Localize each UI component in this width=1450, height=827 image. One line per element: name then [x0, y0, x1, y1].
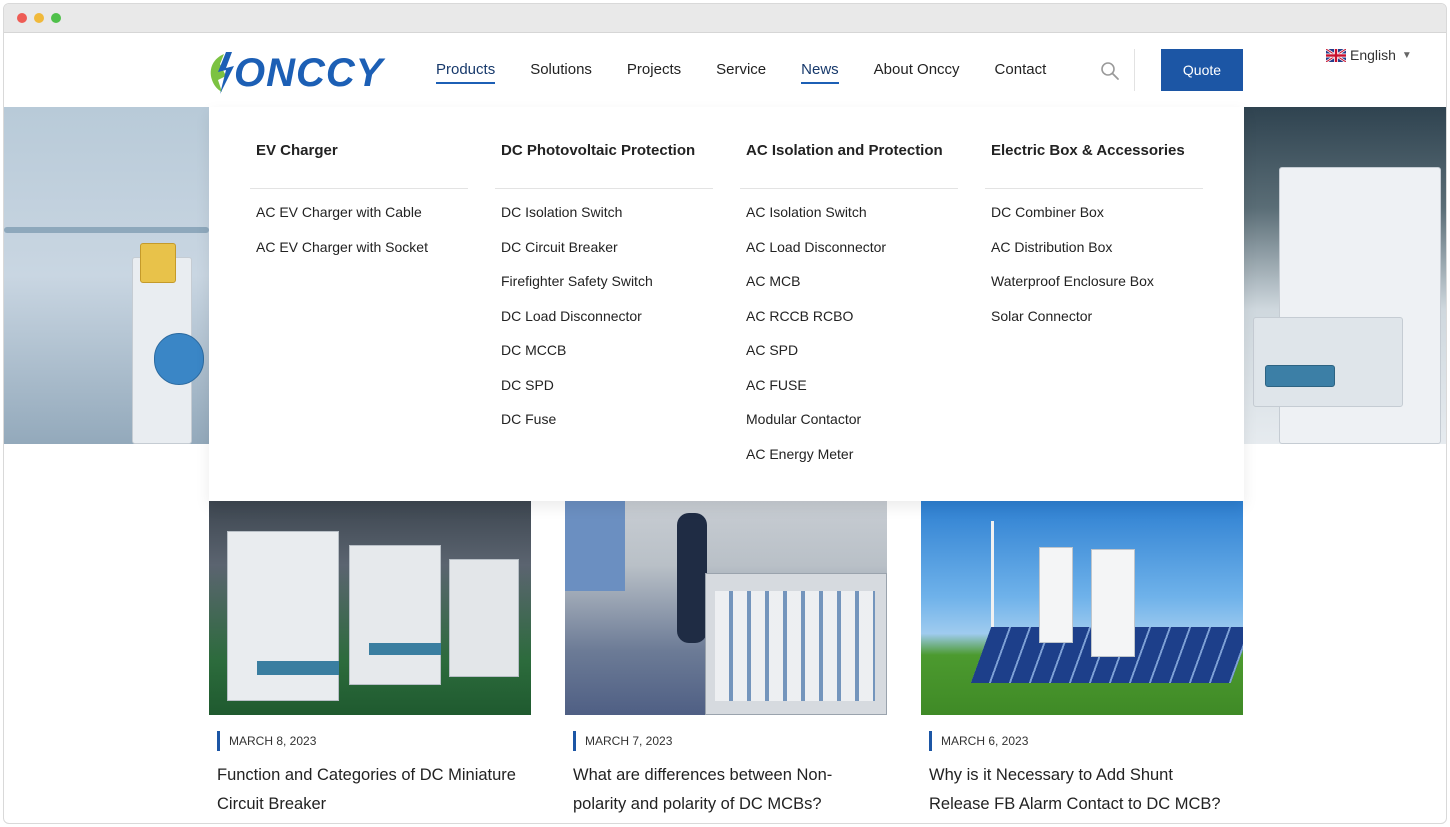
mega-menu-item[interactable]: Waterproof Enclosure Box: [985, 271, 1203, 306]
mega-menu-item[interactable]: AC Load Disconnector: [740, 237, 958, 272]
window-titlebar: [4, 4, 1446, 33]
nav-item-products[interactable]: Products: [436, 59, 496, 84]
hero-image-right: [1243, 107, 1446, 444]
mega-column-heading[interactable]: EV Charger: [250, 141, 468, 189]
news-card-image[interactable]: [565, 501, 887, 715]
mega-column-dc-pv-protection: DC Photovoltaic Protection DC Isolation …: [495, 141, 713, 444]
mega-column-ev-charger: EV Charger AC EV Charger with Cable AC E…: [250, 141, 468, 271]
mega-column-ac-isolation-protection: AC Isolation and Protection AC Isolation…: [740, 141, 958, 478]
mega-column-electric-box: Electric Box & Accessories DC Combiner B…: [985, 141, 1203, 340]
header-divider: [1134, 49, 1135, 91]
nav-item-news[interactable]: News: [801, 59, 839, 84]
language-label: English: [1350, 47, 1396, 63]
mega-menu-item[interactable]: DC SPD: [495, 375, 713, 410]
language-selector[interactable]: English ▼: [1326, 47, 1412, 63]
nav-item-contact[interactable]: Contact: [995, 59, 1047, 81]
mega-menu-item[interactable]: DC Isolation Switch: [495, 202, 713, 237]
mega-column-heading[interactable]: AC Isolation and Protection: [740, 141, 958, 189]
mega-menu-item[interactable]: Solar Connector: [985, 306, 1203, 341]
mega-column-heading[interactable]: Electric Box & Accessories: [985, 141, 1203, 189]
maximize-window-button[interactable]: [51, 13, 61, 23]
nav-item-about[interactable]: About Onccy: [874, 59, 960, 81]
mega-menu-item[interactable]: AC Distribution Box: [985, 237, 1203, 272]
minimize-window-button[interactable]: [34, 13, 44, 23]
products-mega-menu: EV Charger AC EV Charger with Cable AC E…: [209, 107, 1244, 501]
news-card-image[interactable]: [921, 501, 1243, 715]
mega-menu-item[interactable]: AC Energy Meter: [740, 444, 958, 479]
mega-menu-item[interactable]: DC Load Disconnector: [495, 306, 713, 341]
mega-menu-item[interactable]: DC MCCB: [495, 340, 713, 375]
brand-logo[interactable]: ONCCY: [208, 50, 382, 96]
close-window-button[interactable]: [17, 13, 27, 23]
news-date: MARCH 6, 2023: [921, 731, 1028, 751]
mega-menu-item[interactable]: DC Combiner Box: [985, 202, 1203, 237]
mega-menu-item[interactable]: DC Fuse: [495, 409, 713, 444]
mega-menu-item[interactable]: AC FUSE: [740, 375, 958, 410]
news-title[interactable]: Function and Categories of DC Miniature …: [209, 761, 519, 819]
uk-flag-icon: [1326, 48, 1346, 62]
news-date: MARCH 8, 2023: [209, 731, 316, 751]
mega-column-heading[interactable]: DC Photovoltaic Protection: [495, 141, 713, 189]
mega-menu-item[interactable]: AC SPD: [740, 340, 958, 375]
mega-menu-item[interactable]: Modular Contactor: [740, 409, 958, 444]
chevron-down-icon: ▼: [1401, 49, 1412, 61]
site-header: ONCCY Products Solutions Projects Servic…: [4, 33, 1446, 107]
quote-button[interactable]: Quote: [1161, 49, 1243, 91]
mega-menu-item[interactable]: AC RCCB RCBO: [740, 306, 958, 341]
logo-wordmark: ONCCY: [234, 51, 384, 95]
mega-menu-item[interactable]: AC EV Charger with Socket: [250, 237, 468, 272]
mega-menu-item[interactable]: AC MCB: [740, 271, 958, 306]
news-card-1[interactable]: [209, 501, 531, 715]
news-title[interactable]: What are differences between Non-polarit…: [565, 761, 875, 819]
search-icon[interactable]: [1100, 61, 1120, 81]
mega-menu-item[interactable]: Firefighter Safety Switch: [495, 271, 713, 306]
mega-menu-item[interactable]: DC Circuit Breaker: [495, 237, 713, 272]
news-card-3[interactable]: [921, 501, 1243, 715]
hero-image-left: [4, 107, 209, 444]
news-date: MARCH 7, 2023: [565, 731, 672, 751]
nav-item-projects[interactable]: Projects: [627, 59, 681, 81]
mega-menu-item[interactable]: AC EV Charger with Cable: [250, 202, 468, 237]
news-card-image[interactable]: [209, 501, 531, 715]
page: ONCCY Products Solutions Projects Servic…: [4, 33, 1446, 823]
browser-window: ONCCY Products Solutions Projects Servic…: [3, 3, 1447, 824]
main-nav: Products Solutions Projects Service News…: [436, 59, 1081, 84]
nav-item-solutions[interactable]: Solutions: [530, 59, 592, 81]
news-title[interactable]: Why is it Necessary to Add Shunt Release…: [921, 761, 1231, 819]
nav-item-service[interactable]: Service: [716, 59, 766, 81]
mega-menu-item[interactable]: AC Isolation Switch: [740, 202, 958, 237]
news-card-2[interactable]: [565, 501, 887, 715]
